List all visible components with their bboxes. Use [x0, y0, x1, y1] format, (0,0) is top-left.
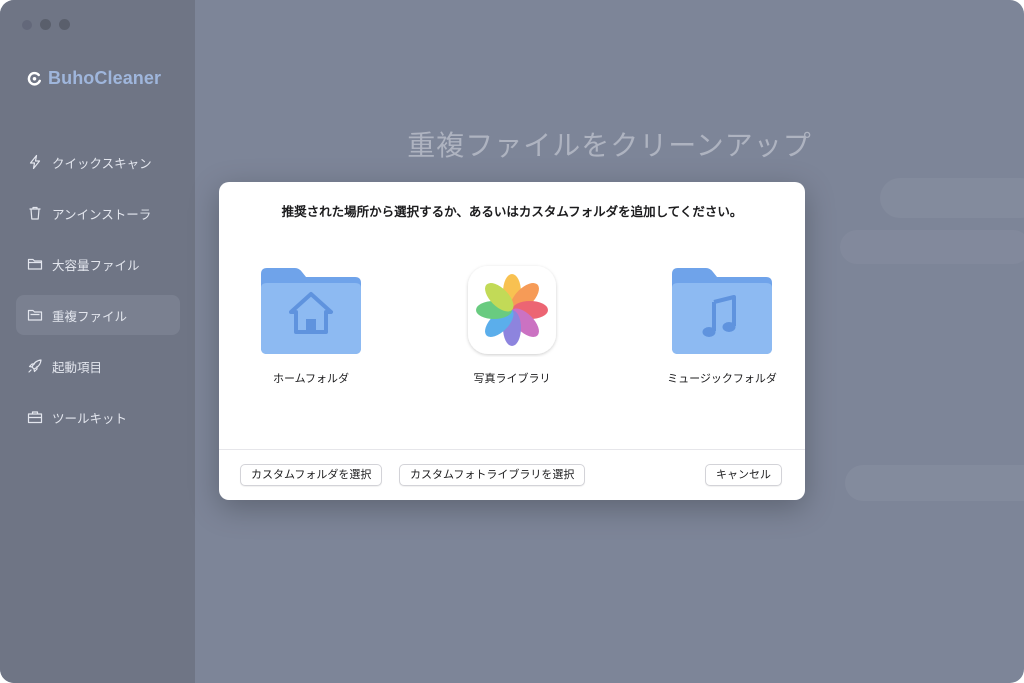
- sidebar-item-label: クイックスキャン: [52, 155, 152, 171]
- sidebar-item-toolkit[interactable]: ツールキット: [16, 397, 180, 437]
- duplicate-folder-icon: [27, 309, 43, 321]
- background-decoration: [880, 178, 1024, 218]
- home-folder-icon: [261, 268, 361, 354]
- app-name: BuhoCleaner: [48, 68, 162, 88]
- sidebar-item-label: 重複ファイル: [52, 308, 128, 324]
- trash-icon: [29, 206, 41, 220]
- sidebar-item-uninstaller[interactable]: アンインストーラ: [16, 193, 180, 233]
- zoom-window-button[interactable]: [59, 19, 70, 30]
- sidebar-item-label: ツールキット: [52, 410, 128, 426]
- close-window-button[interactable]: [22, 20, 32, 30]
- dialog-divider: [219, 449, 805, 450]
- select-location-dialog: 推奨された場所から選択するか、あるいはカスタムフォルダを追加してください。 ホー…: [219, 182, 805, 500]
- location-label: ホームフォルダ: [272, 372, 349, 385]
- folder-icon: [27, 258, 43, 270]
- photos-app-icon: [468, 266, 556, 354]
- select-custom-photo-library-button[interactable]: カスタムフォトライブラリを選択: [399, 464, 586, 486]
- cancel-button[interactable]: キャンセル: [705, 464, 782, 486]
- dialog-prompt: 推奨された場所から選択するか、あるいはカスタムフォルダを追加してください。: [281, 204, 743, 219]
- location-label: 写真ライブラリ: [473, 372, 551, 385]
- sidebar-item-startup-items[interactable]: 起動項目: [16, 346, 180, 386]
- select-custom-folder-button[interactable]: カスタムフォルダを選択: [240, 464, 383, 486]
- buhocleaner-logo-icon: [27, 71, 41, 86]
- background-decoration: [845, 465, 1024, 501]
- location-home-folder[interactable]: ホームフォルダ: [236, 262, 386, 386]
- sidebar-item-label: 大容量ファイル: [52, 257, 140, 273]
- page-title: 重複ファイルをクリーンアップ: [407, 129, 812, 162]
- window-controls: [22, 19, 70, 30]
- minimize-window-button[interactable]: [40, 19, 51, 30]
- sidebar-item-duplicate-files[interactable]: 重複ファイル: [16, 295, 180, 335]
- sidebar-item-large-files[interactable]: 大容量ファイル: [16, 244, 180, 284]
- location-music-folder[interactable]: ミュージックフォルダ: [647, 262, 797, 386]
- sidebar-nav: クイックスキャン アンインストーラ 大容量ファイル 重複ファイル 起動項目 ツー…: [16, 142, 180, 448]
- sidebar-item-label: 起動項目: [52, 359, 103, 375]
- background-decoration: [840, 230, 1024, 264]
- sidebar: BuhoCleaner クイックスキャン アンインストーラ 大容量ファイル 重複…: [0, 0, 195, 683]
- rocket-icon: [28, 359, 42, 373]
- app-window: BuhoCleaner クイックスキャン アンインストーラ 大容量ファイル 重複…: [0, 0, 1024, 683]
- sidebar-item-quick-scan[interactable]: クイックスキャン: [16, 142, 180, 182]
- location-label: ミュージックフォルダ: [667, 372, 777, 385]
- sidebar-item-label: アンインストーラ: [52, 206, 152, 222]
- toolkit-icon: [27, 411, 43, 424]
- app-brand: BuhoCleaner: [27, 68, 161, 89]
- location-photos-library[interactable]: 写真ライブラリ: [437, 262, 587, 386]
- music-folder-icon: [672, 268, 772, 354]
- lightning-icon: [29, 154, 41, 170]
